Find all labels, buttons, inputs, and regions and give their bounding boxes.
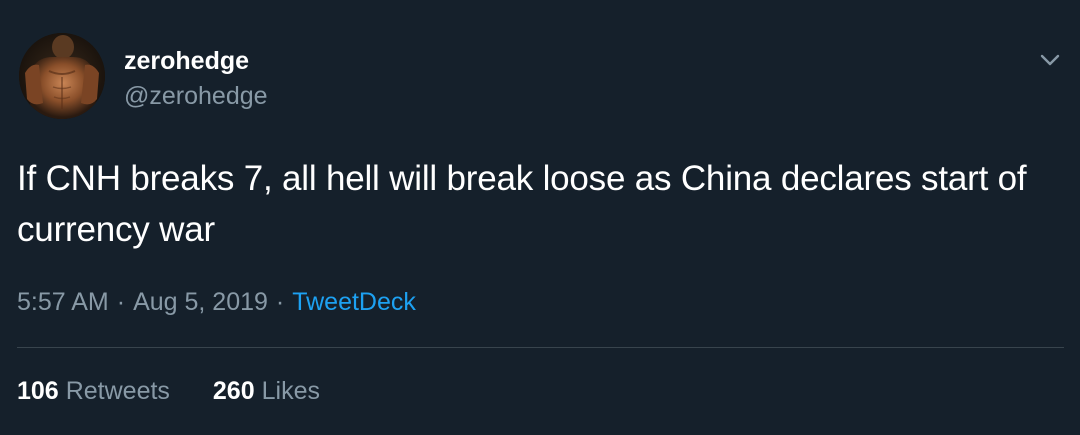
retweets-label: Retweets bbox=[65, 377, 170, 405]
retweets-stat[interactable]: 106 Retweets bbox=[17, 376, 170, 406]
display-name[interactable]: zerohedge bbox=[124, 46, 249, 76]
user-handle[interactable]: @zerohedge bbox=[124, 81, 268, 111]
likes-label: Likes bbox=[261, 377, 320, 405]
meta-separator: · bbox=[275, 288, 285, 316]
divider bbox=[17, 347, 1064, 348]
tweet-source-link[interactable]: TweetDeck bbox=[292, 288, 416, 316]
chevron-down-icon[interactable] bbox=[1036, 46, 1064, 74]
meta-separator: · bbox=[116, 288, 126, 316]
tweet-date[interactable]: Aug 5, 2019 bbox=[133, 288, 268, 316]
avatar[interactable] bbox=[19, 33, 105, 119]
tweet-stats: 106 Retweets 260 Likes bbox=[17, 376, 320, 406]
tweet-text: If CNH breaks 7, all hell will break loo… bbox=[17, 159, 1027, 249]
avatar-image bbox=[19, 33, 105, 119]
likes-stat[interactable]: 260 Likes bbox=[213, 376, 320, 406]
retweets-count: 106 bbox=[17, 377, 59, 405]
tweet-meta: 5:57 AM · Aug 5, 2019 · TweetDeck bbox=[17, 287, 416, 317]
tweet-time[interactable]: 5:57 AM bbox=[17, 288, 109, 316]
likes-count: 260 bbox=[212, 377, 255, 405]
tweet-card: zerohedge @zerohedge If CNH breaks 7, al… bbox=[0, 0, 1080, 435]
